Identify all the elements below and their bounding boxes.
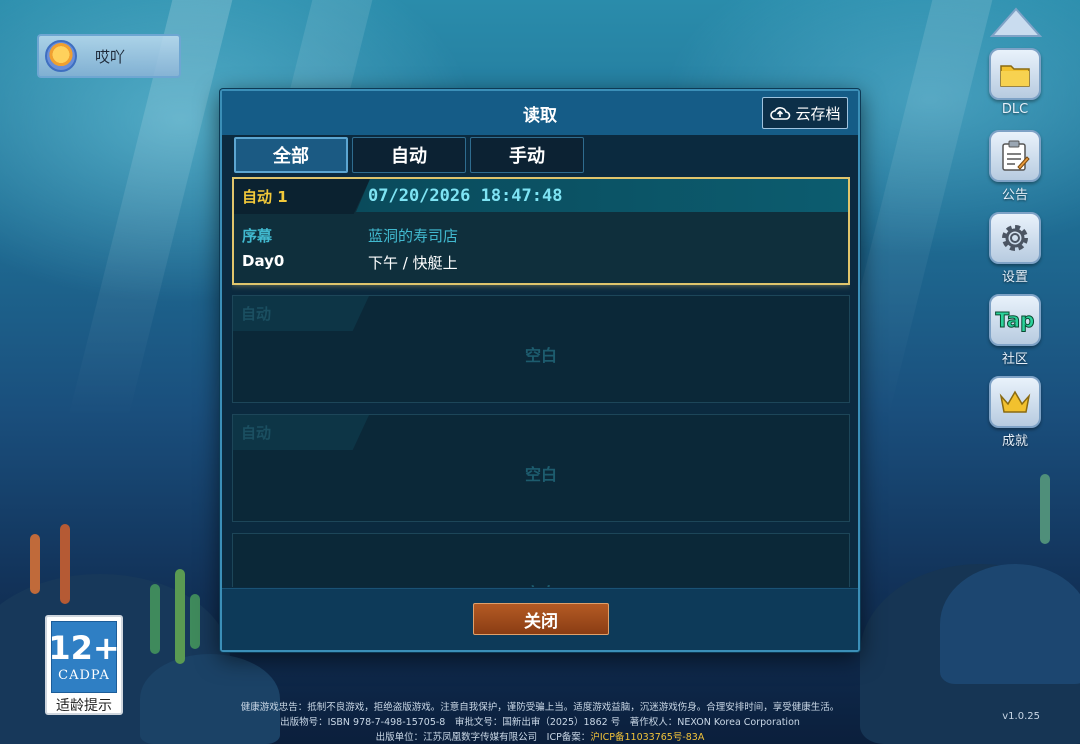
age-rating-number: 12+ bbox=[48, 628, 120, 667]
slot-tag: 自动 bbox=[233, 296, 369, 331]
tab-manual[interactable]: 手动 bbox=[470, 137, 584, 173]
close-button[interactable]: 关闭 bbox=[473, 603, 609, 635]
side-label-achievements: 成就 bbox=[1001, 434, 1028, 449]
side-button-dlc[interactable]: DLC bbox=[989, 48, 1041, 117]
side-label-notice: 公告 bbox=[1001, 188, 1028, 203]
publisher-text: 出版单位：江苏凤凰数字传媒有限公司 ICP备案： bbox=[375, 732, 591, 743]
tab-auto[interactable]: 自动 bbox=[352, 137, 466, 173]
gear-icon bbox=[989, 212, 1041, 264]
tap-icon-text: Tap bbox=[995, 308, 1035, 333]
dialog-footer: 关闭 bbox=[222, 588, 858, 650]
slot-tag: 自动 bbox=[233, 415, 369, 450]
crown-icon bbox=[989, 376, 1041, 428]
slot-time: 下午 / 快艇上 bbox=[368, 254, 458, 272]
cloud-upload-icon bbox=[770, 107, 791, 120]
slot-empty-text: 空白 bbox=[233, 580, 849, 587]
cloud-save-button[interactable]: 云存档 bbox=[762, 97, 848, 129]
collapse-arrow-icon[interactable] bbox=[990, 6, 1042, 42]
user-profile[interactable]: 哎吖 bbox=[37, 34, 181, 78]
notice-icon bbox=[989, 130, 1041, 182]
slot-datetime: 07/20/2026 18:47:48 bbox=[356, 179, 848, 212]
save-slot-list[interactable]: 自动 1 07/20/2026 18:47:48 序幕 蓝洞的寿司店 Day0 … bbox=[232, 177, 850, 587]
slot-empty-text: 空白 bbox=[524, 465, 557, 484]
age-rating-org: CADPA bbox=[58, 667, 110, 683]
side-label-settings: 设置 bbox=[1001, 270, 1028, 285]
publication-info: 出版物号：ISBN 978-7-498-15705-8 审批文号：国新出审（20… bbox=[280, 717, 800, 728]
slot-day: Day0 bbox=[242, 252, 285, 270]
slot-empty-text: 空白 bbox=[524, 346, 557, 365]
side-button-community[interactable]: Tap 社区 bbox=[989, 294, 1041, 367]
slot-tag: 自动 1 bbox=[234, 179, 370, 214]
slot-chapter: 序幕 bbox=[242, 227, 273, 245]
save-slot[interactable]: 自动 空白 bbox=[232, 295, 850, 403]
side-button-notice[interactable]: 公告 bbox=[989, 130, 1041, 203]
version-label: v1.0.25 bbox=[1002, 711, 1040, 722]
save-slot[interactable]: 自动 1 07/20/2026 18:47:48 序幕 蓝洞的寿司店 Day0 … bbox=[232, 177, 850, 285]
folder-icon bbox=[989, 48, 1041, 100]
publisher-info: 出版单位：江苏凤凰数字传媒有限公司 ICP备案：沪ICP备11033765号-8… bbox=[200, 729, 880, 743]
tab-all[interactable]: 全部 bbox=[234, 137, 348, 173]
dialog-header: 读取 云存档 bbox=[222, 91, 858, 135]
icp-link[interactable]: 沪ICP备11033765号-83A bbox=[590, 732, 704, 743]
age-rating-tip: 适龄提示 bbox=[56, 698, 112, 714]
tap-icon: Tap bbox=[989, 294, 1041, 346]
slot-place: 蓝洞的寿司店 bbox=[368, 227, 459, 245]
age-rating-panel: 12+ CADPA bbox=[48, 621, 120, 693]
save-slot[interactable]: 自动 空白 bbox=[232, 414, 850, 522]
age-rating-badge[interactable]: 12+ CADPA 适龄提示 bbox=[45, 615, 123, 715]
save-slot[interactable]: 空白 bbox=[232, 533, 850, 587]
avatar bbox=[45, 40, 77, 72]
side-label-community: 社区 bbox=[1001, 352, 1028, 367]
dialog-title: 读取 bbox=[523, 105, 557, 126]
side-button-achievements[interactable]: 成就 bbox=[989, 376, 1041, 449]
load-dialog: 读取 云存档 全部 自动 手动 自动 1 07/20/2026 18:47:48… bbox=[220, 89, 860, 652]
cloud-save-label: 云存档 bbox=[795, 104, 841, 123]
filter-tabs: 全部 自动 手动 bbox=[234, 137, 584, 173]
side-button-settings[interactable]: 设置 bbox=[989, 212, 1041, 285]
side-label-dlc: DLC bbox=[1001, 102, 1029, 117]
health-notice: 健康游戏忠告：抵制不良游戏，拒绝盗版游戏。注意自我保护，谨防受骗上当。适度游戏益… bbox=[240, 702, 840, 713]
user-name: 哎吖 bbox=[95, 47, 126, 66]
